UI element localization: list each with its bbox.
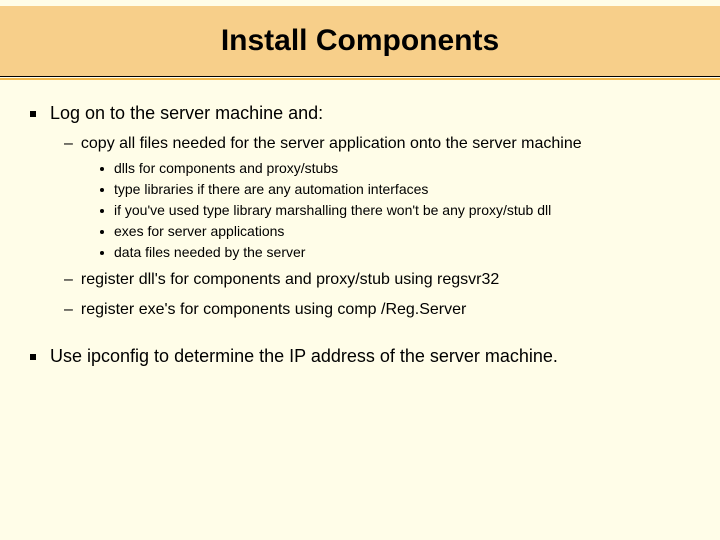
bullet-text: type libraries if there are any automati… [114, 180, 428, 199]
bullet-text: register exe's for components using comp… [81, 299, 466, 321]
dash-bullet-icon: – [64, 299, 73, 321]
dot-bullet-icon [100, 209, 104, 213]
dot-bullet-icon [100, 251, 104, 255]
bullet-text: Use ipconfig to determine the IP address… [50, 345, 558, 368]
title-band: Install Components [0, 6, 720, 76]
slide: Install Components Log on to the server … [0, 6, 720, 540]
dot-bullet-icon [100, 188, 104, 192]
bullet-text: copy all files needed for the server app… [81, 133, 582, 155]
dash-bullet-icon: – [64, 269, 73, 291]
bullet-level3: data files needed by the server [100, 243, 686, 262]
dot-bullet-icon [100, 167, 104, 171]
bullet-level3: if you've used type library marshalling … [100, 201, 686, 220]
slide-title: Install Components [221, 24, 499, 58]
dash-bullet-icon: – [64, 133, 73, 155]
bullet-text: data files needed by the server [114, 243, 305, 262]
dot-bullet-icon [100, 230, 104, 234]
bullet-text: Log on to the server machine and: [50, 102, 323, 125]
bullet-text: if you've used type library marshalling … [114, 201, 551, 220]
bullet-text: dlls for components and proxy/stubs [114, 159, 338, 178]
bullet-level1: Use ipconfig to determine the IP address… [30, 345, 686, 368]
bullet-level3: exes for server applications [100, 222, 686, 241]
bullet-level3: dlls for components and proxy/stubs [100, 159, 686, 178]
bullet-text: register dll's for components and proxy/… [81, 269, 499, 291]
slide-body: Log on to the server machine and: – copy… [0, 80, 720, 368]
bullet-level1: Log on to the server machine and: [30, 102, 686, 125]
title-separator [0, 76, 720, 80]
bullet-level2: – register exe's for components using co… [64, 299, 686, 321]
bullet-level3: type libraries if there are any automati… [100, 180, 686, 199]
bullet-level2: – register dll's for components and prox… [64, 269, 686, 291]
square-bullet-icon [30, 354, 36, 360]
square-bullet-icon [30, 111, 36, 117]
bullet-level2: – copy all files needed for the server a… [64, 133, 686, 155]
bullet-text: exes for server applications [114, 222, 284, 241]
